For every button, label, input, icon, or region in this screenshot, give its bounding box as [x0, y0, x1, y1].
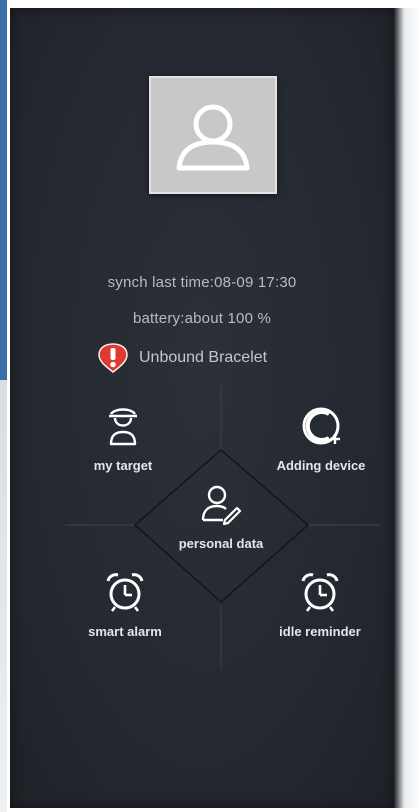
- adding-device-button[interactable]: Adding device: [260, 404, 382, 473]
- app-frame: synch last time:08-09 17:30 battery:abou…: [0, 0, 420, 812]
- unbound-bracelet-label: Unbound Bracelet: [139, 349, 268, 366]
- exclamation-icon: [95, 342, 131, 374]
- feature-menu: my target Adding device personal data sm…: [10, 380, 394, 680]
- target-user-icon: [109, 408, 137, 446]
- panel-edge: [394, 8, 420, 808]
- side-accent-strip: [0, 0, 7, 812]
- adding-device-label: Adding device: [276, 458, 366, 473]
- reminder-clock-icon: [301, 573, 339, 612]
- profile-avatar[interactable]: [149, 76, 277, 194]
- personal-data-button[interactable]: personal data: [162, 482, 280, 551]
- edit-profile-icon: [201, 485, 242, 526]
- idle-reminder-button[interactable]: idle reminder: [264, 570, 376, 639]
- my-target-button[interactable]: my target: [68, 404, 178, 473]
- personal-data-label: personal data: [178, 536, 264, 551]
- alarm-clock-icon: [106, 573, 144, 612]
- smart-alarm-label: smart alarm: [88, 624, 162, 639]
- sync-time-text: synch last time:08-09 17:30: [107, 274, 297, 291]
- bracelet-status[interactable]: Unbound Bracelet: [95, 343, 267, 373]
- smart-alarm-button[interactable]: smart alarm: [70, 570, 180, 639]
- idle-reminder-label: idle reminder: [279, 624, 361, 639]
- add-device-icon: [302, 407, 340, 445]
- battery-text: battery:about 100 %: [132, 310, 272, 327]
- my-target-label: my target: [93, 458, 153, 473]
- user-avatar-icon: [176, 104, 250, 171]
